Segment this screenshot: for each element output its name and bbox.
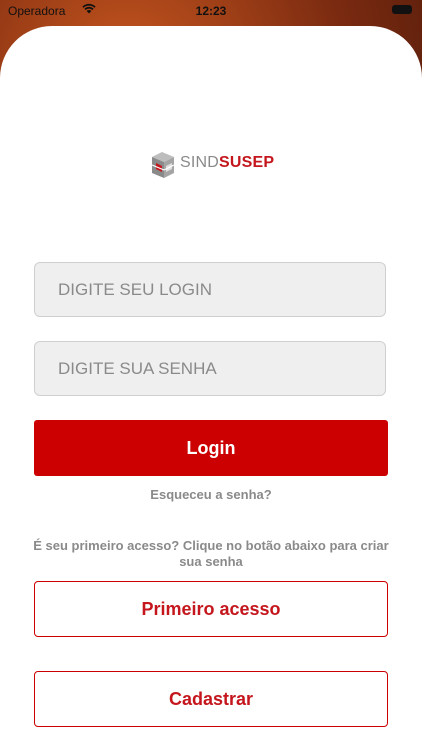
first-access-button[interactable]: Primeiro acesso	[34, 581, 388, 637]
clock: 12:23	[195, 4, 227, 18]
sindsusep-logo: SINDSUSEP	[150, 146, 274, 180]
first-access-hint: É seu primeiro acesso? Clique no botão a…	[33, 538, 389, 569]
login-input[interactable]: DIGITE SEU LOGIN	[34, 262, 386, 317]
password-input[interactable]: DIGITE SUA SENHA	[34, 341, 386, 396]
battery-icon	[392, 5, 412, 14]
password-placeholder: DIGITE SUA SENHA	[58, 358, 217, 378]
register-button[interactable]: Cadastrar	[34, 671, 388, 727]
forgot-password-link[interactable]: Esqueceu a senha?	[0, 487, 422, 502]
logo-text: SINDSUSEP	[180, 154, 275, 171]
login-placeholder: DIGITE SEU LOGIN	[58, 279, 212, 299]
login-button[interactable]: Login	[34, 420, 388, 476]
logo-mark-icon	[151, 152, 175, 178]
status-bar: Operadora 12:23	[0, 0, 422, 22]
